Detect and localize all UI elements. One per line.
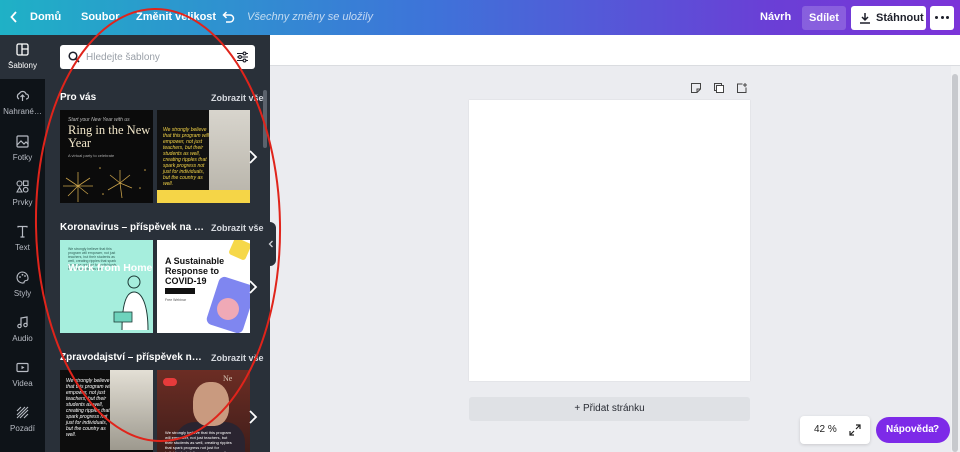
template-quote: We strongly believe that this program wi… — [66, 378, 112, 438]
help-label: Nápověda — [886, 424, 934, 435]
add-page-button[interactable]: + Přidat stránku — [469, 397, 750, 421]
design-page[interactable] — [469, 100, 750, 381]
template-covid-response[interactable]: A Sustainable Response to COVID-19 Free … — [157, 240, 250, 333]
section-title: Zpravodajství – příspěvek na In… — [60, 352, 205, 363]
editor-toolbar — [270, 35, 960, 66]
undo-icon[interactable] — [221, 0, 237, 35]
template-title: Ring in the New Year — [68, 123, 151, 150]
design-menu[interactable]: Návrh — [760, 0, 791, 35]
decor-shape — [217, 298, 239, 320]
nav-elements[interactable]: Prvky — [0, 172, 45, 216]
note-icon[interactable] — [690, 82, 702, 94]
more-dot-icon — [940, 16, 944, 19]
nav-background[interactable]: Pozadí — [0, 398, 45, 442]
template-caption: We strongly believe that this program wi… — [165, 430, 232, 452]
nav-audio[interactable]: Audio — [0, 308, 45, 352]
share-button[interactable]: Sdílet — [802, 6, 846, 30]
news-badge — [163, 378, 177, 386]
nav-video[interactable]: Videa — [0, 353, 45, 397]
nav-styles[interactable]: Styly — [0, 263, 45, 307]
person-illustration — [113, 275, 149, 330]
template-caption: Free Webinar — [165, 298, 187, 302]
background-icon — [16, 406, 29, 419]
audio-icon — [17, 316, 28, 329]
fireworks-decoration — [63, 167, 146, 202]
nav-photos[interactable]: Fotky — [0, 127, 45, 171]
carousel-next-icon[interactable] — [246, 147, 260, 167]
text-icon — [17, 225, 28, 238]
video-icon — [16, 362, 29, 373]
collapse-panel-button[interactable] — [266, 222, 276, 266]
template-photo — [110, 370, 153, 450]
nav-text[interactable]: Text — [0, 217, 45, 261]
resize-menu[interactable]: Změnit velikost — [136, 0, 216, 35]
template-news-man[interactable]: Ne We strongly believe that this program… — [157, 370, 250, 452]
fullscreen-icon[interactable] — [849, 424, 861, 436]
zoom-control[interactable]: 42 % — [800, 416, 870, 444]
help-button[interactable]: Nápověda ? — [876, 417, 950, 443]
add-page-icon[interactable] — [736, 82, 748, 94]
template-work-from-home[interactable]: We strongly believe that this program wi… — [60, 240, 153, 333]
news-masthead: Ne — [223, 374, 233, 383]
search-input[interactable] — [86, 48, 226, 66]
nav-label: Prvky — [12, 198, 33, 207]
download-icon — [860, 13, 870, 24]
duplicate-page-icon[interactable] — [713, 82, 725, 94]
see-all-link[interactable]: Zobrazit vše — [211, 353, 264, 363]
upload-icon — [16, 90, 29, 101]
home-menu[interactable]: Domů — [30, 0, 61, 35]
template-quote-news[interactable]: We strongly believe that this program wi… — [60, 370, 153, 452]
nav-templates[interactable]: Šablony — [0, 35, 45, 79]
nav-label: Audio — [12, 334, 33, 343]
nav-label: Fotky — [12, 153, 33, 162]
template-ring-new-year[interactable]: Start your New Year with us Ring in the … — [60, 110, 153, 203]
back-chevron-icon[interactable] — [8, 0, 22, 35]
nav-label: Pozadí — [10, 424, 35, 433]
nav-label: Šablony — [8, 61, 37, 70]
template-tag — [165, 288, 195, 294]
filter-icon[interactable] — [236, 51, 249, 63]
nav-label: Styly — [13, 289, 32, 298]
template-quote: We strongly believe that this program wi… — [163, 127, 209, 187]
search-icon — [68, 51, 80, 63]
template-photo — [193, 382, 229, 426]
top-bar: Domů Soubor Změnit velikost Všechny změn… — [0, 0, 960, 35]
carousel-next-icon[interactable] — [246, 277, 260, 297]
canvas-scrollbar[interactable] — [952, 74, 958, 452]
see-all-link[interactable]: Zobrazit vše — [211, 93, 264, 103]
side-nav: Šablony Nahrané… Fotky Prvky Text Styly … — [0, 35, 45, 452]
help-question-icon: ? — [933, 424, 940, 435]
section-title: Pro vás — [60, 92, 97, 103]
photos-icon — [16, 135, 29, 148]
template-accent-strip — [157, 190, 250, 203]
template-search[interactable] — [60, 45, 255, 69]
more-options-button[interactable] — [930, 6, 954, 30]
elements-icon — [16, 180, 29, 193]
templates-panel: Pro vás Zobrazit vše Start your New Year… — [45, 35, 270, 452]
nav-label: Videa — [12, 379, 33, 388]
download-button[interactable]: Stáhnout — [851, 6, 926, 30]
zoom-level[interactable]: 42 % — [814, 416, 837, 444]
template-quote-teacher[interactable]: We strongly believe that this program wi… — [157, 110, 250, 203]
panel-scrollbar[interactable] — [263, 90, 267, 148]
chevron-left-icon — [268, 240, 273, 248]
see-all-link[interactable]: Zobrazit vše — [211, 223, 264, 233]
carousel-next-icon[interactable] — [246, 407, 260, 427]
styles-icon — [16, 271, 29, 284]
nav-label: Text — [15, 243, 30, 252]
nav-label: Nahrané… — [3, 107, 42, 116]
save-status: Všechny změny se uložily — [247, 11, 373, 23]
template-title: A Sustainable Response to COVID-19 — [165, 256, 225, 286]
templates-icon — [16, 43, 29, 56]
download-label: Stáhnout — [876, 12, 924, 24]
section-title: Koronavirus – příspěvek na Inst… — [60, 222, 205, 233]
more-dot-icon — [946, 16, 949, 19]
file-menu[interactable]: Soubor — [81, 0, 120, 35]
nav-uploads[interactable]: Nahrané… — [0, 81, 45, 125]
more-dot-icon — [935, 16, 938, 19]
